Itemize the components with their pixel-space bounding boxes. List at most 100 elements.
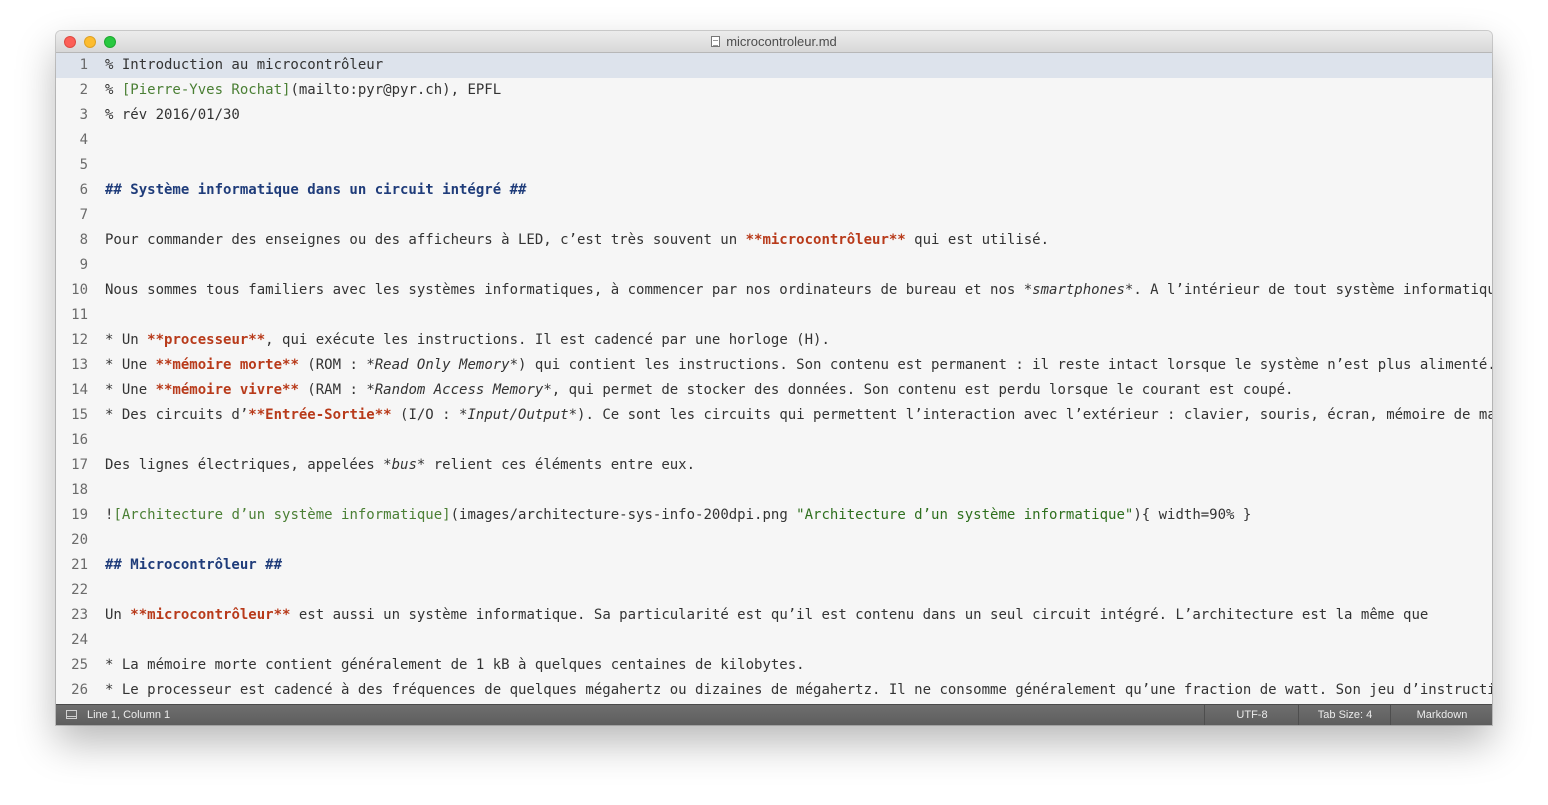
text-token: % rév 2016/01/30 bbox=[105, 107, 240, 123]
code-line[interactable]: 24 bbox=[56, 628, 1492, 653]
text-token: ) qui contient les instructions. Son con… bbox=[518, 357, 1492, 373]
text-token: % Introduction au microcontrôleur bbox=[105, 57, 384, 73]
line-number: 7 bbox=[79, 207, 88, 223]
text-token: **microcontrôleur** bbox=[130, 607, 291, 623]
line-text: % Introduction au microcontrôleur bbox=[105, 53, 383, 78]
line-text: * Une **mémoire morte** (ROM : *Read Onl… bbox=[105, 353, 1492, 378]
code-line[interactable]: 15 * Des circuits d’**Entrée-Sortie** (I/… bbox=[56, 403, 1492, 428]
line-number: 26 bbox=[71, 682, 88, 698]
document-icon bbox=[711, 36, 721, 47]
code-line[interactable]: 9 bbox=[56, 253, 1492, 278]
code-line[interactable]: 1 % Introduction au microcontrôleur bbox=[56, 53, 1492, 78]
text-token: Un bbox=[105, 607, 131, 623]
text-token: **microcontrôleur** bbox=[745, 232, 906, 248]
code-line[interactable]: 21 ## Microcontrôleur ## bbox=[56, 553, 1492, 578]
code-line[interactable]: 8 Pour commander des enseignes ou des aff… bbox=[56, 228, 1492, 253]
code-line[interactable]: 16 bbox=[56, 428, 1492, 453]
line-text: * Des circuits d’**Entrée-Sortie** (I/O … bbox=[105, 403, 1492, 428]
editor-window: microcontroleur.md 1 % Introduction au mi… bbox=[56, 31, 1492, 725]
syntax-selector[interactable]: Markdown bbox=[1390, 705, 1492, 725]
text-token: [Pierre-Yves Rochat] bbox=[121, 82, 291, 98]
cursor-position[interactable]: Line 1, Column 1 bbox=[87, 705, 170, 725]
code-line[interactable]: 7 bbox=[56, 203, 1492, 228]
code-line[interactable]: 20 bbox=[56, 528, 1492, 553]
line-text: * La mémoire morte contient généralement… bbox=[105, 653, 805, 678]
text-token: ## Système informatique dans un circuit … bbox=[105, 182, 527, 198]
text-editor[interactable]: 1 % Introduction au microcontrôleur 2% [Pi… bbox=[56, 53, 1492, 704]
panel-toggle-icon[interactable] bbox=[66, 710, 77, 719]
code-line[interactable]: 5 bbox=[56, 153, 1492, 178]
text-token: * La mémoire morte contient généralement… bbox=[105, 657, 805, 673]
code-line[interactable]: 19 ![Architecture d’un système informatiq… bbox=[56, 503, 1492, 528]
text-token: * Des circuits d’ bbox=[105, 407, 249, 423]
text-token: qui est utilisé. bbox=[905, 232, 1050, 248]
code-line[interactable]: 6 ## Système informatique dans un circuit… bbox=[56, 178, 1492, 203]
line-number: 17 bbox=[71, 457, 88, 473]
line-text: Nous sommes tous familiers avec les syst… bbox=[105, 278, 1492, 303]
code-line[interactable]: 2% [Pierre-Yves Rochat](mailto:pyr@pyr.c… bbox=[56, 78, 1492, 103]
text-token: (images/architecture-sys-info-200dpi.png bbox=[450, 507, 797, 523]
code-line[interactable]: 12 * Un **processeur**, qui exécute les i… bbox=[56, 328, 1492, 353]
text-token: * Le processeur est cadencé à des fréque… bbox=[105, 682, 1492, 698]
text-token: ). Ce sont les circuits qui permettent l… bbox=[577, 407, 1492, 423]
line-number: 20 bbox=[71, 532, 88, 548]
line-number: 24 bbox=[71, 632, 88, 648]
text-token: * Une bbox=[105, 357, 156, 373]
text-token: * Un bbox=[105, 332, 148, 348]
text-token: ## Microcontrôleur ## bbox=[105, 557, 283, 573]
text-token: % bbox=[105, 82, 122, 98]
line-number: 4 bbox=[79, 132, 88, 148]
line-number: 23 bbox=[71, 607, 88, 623]
code-line[interactable]: 13 * Une **mémoire morte** (ROM : *Read O… bbox=[56, 353, 1492, 378]
text-token: relient ces éléments entre eux. bbox=[425, 457, 696, 473]
code-line[interactable]: 4 bbox=[56, 128, 1492, 153]
text-token: **mémoire morte** bbox=[155, 357, 299, 373]
title-bar[interactable]: microcontroleur.md bbox=[56, 31, 1492, 53]
line-number: 16 bbox=[71, 432, 88, 448]
line-number: 19 bbox=[71, 507, 88, 523]
line-number: 3 bbox=[79, 107, 88, 123]
text-token: . A l’intérieur de tout système informat… bbox=[1133, 282, 1492, 298]
text-token: **mémoire vivre** bbox=[155, 382, 299, 398]
text-token: est aussi un système informatique. Sa pa… bbox=[290, 607, 1429, 623]
code-line[interactable]: 18 bbox=[56, 478, 1492, 503]
code-line[interactable]: 26 * Le processeur est cadencé à des fréq… bbox=[56, 678, 1492, 703]
code-line[interactable]: 25 * La mémoire morte contient généraleme… bbox=[56, 653, 1492, 678]
text-token: *Read Only Memory* bbox=[366, 357, 519, 373]
encoding-selector[interactable]: UTF-8 bbox=[1204, 705, 1299, 725]
code-line[interactable]: 14 * Une **mémoire vivre** (RAM : *Random… bbox=[56, 378, 1492, 403]
code-line[interactable]: 3 % rév 2016/01/30 bbox=[56, 103, 1492, 128]
text-token: ){ width=90% } bbox=[1133, 507, 1252, 523]
line-text: % [Pierre-Yves Rochat](mailto:pyr@pyr.ch… bbox=[105, 78, 501, 103]
line-number: 21 bbox=[71, 557, 88, 573]
text-token: *Random Access Memory* bbox=[366, 382, 552, 398]
text-token: *bus* bbox=[383, 457, 426, 473]
text-token: * Une bbox=[105, 382, 156, 398]
window-title: microcontroleur.md bbox=[56, 31, 1492, 53]
line-text: Un **microcontrôleur** est aussi un syst… bbox=[105, 603, 1428, 628]
code-line[interactable]: 17 Des lignes électriques, appelées *bus*… bbox=[56, 453, 1492, 478]
line-text: ## Microcontrôleur ## bbox=[105, 553, 282, 578]
text-token: Nous sommes tous familiers avec les syst… bbox=[105, 282, 1024, 298]
tab-size-selector[interactable]: Tab Size: 4 bbox=[1298, 705, 1391, 725]
line-number: 5 bbox=[79, 157, 88, 173]
line-number: 18 bbox=[71, 482, 88, 498]
text-token: (RAM : bbox=[298, 382, 367, 398]
line-text: ![Architecture d’un système informatique… bbox=[105, 503, 1251, 528]
line-number: 25 bbox=[71, 657, 88, 673]
text-token: (I/O : bbox=[391, 407, 460, 423]
line-number: 11 bbox=[71, 307, 88, 323]
line-text: Pour commander des enseignes ou des affi… bbox=[105, 228, 1049, 253]
line-text: Des lignes électriques, appelées *bus* r… bbox=[105, 453, 695, 478]
line-text: * Le processeur est cadencé à des fréque… bbox=[105, 678, 1492, 703]
code-line[interactable]: 23 Un **microcontrôleur** est aussi un sy… bbox=[56, 603, 1492, 628]
line-text: * Une **mémoire vivre** (RAM : *Random A… bbox=[105, 378, 1293, 403]
code-line[interactable]: 11 bbox=[56, 303, 1492, 328]
line-number: 10 bbox=[71, 282, 88, 298]
text-token: **processeur** bbox=[147, 332, 266, 348]
line-number: 9 bbox=[79, 257, 88, 273]
line-number: 22 bbox=[71, 582, 88, 598]
line-number: 1 bbox=[79, 57, 88, 73]
code-line[interactable]: 10 Nous sommes tous familiers avec les sy… bbox=[56, 278, 1492, 303]
code-line[interactable]: 22 bbox=[56, 578, 1492, 603]
